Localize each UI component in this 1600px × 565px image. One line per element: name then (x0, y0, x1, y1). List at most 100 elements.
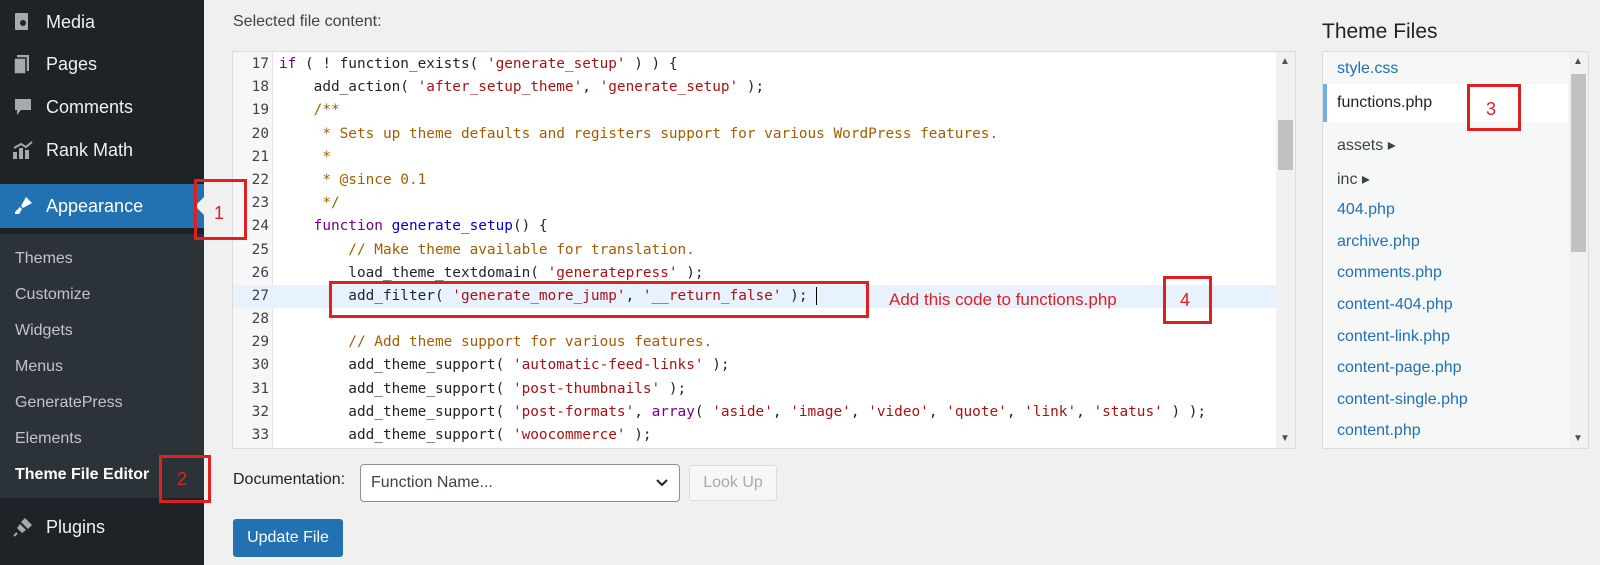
menu-label: Comments (46, 96, 134, 117)
code-line[interactable]: 32 add_theme_support( 'post-formats', ar… (233, 401, 1295, 424)
line-number: 21 (251, 148, 269, 165)
code-text: if ( ! function_exists( 'generate_setup'… (279, 56, 678, 72)
line-number: 17 (251, 56, 269, 72)
code-line[interactable]: 21 * (233, 146, 1295, 169)
theme-files-list: style.css functions.php assets ▸ inc ▸ 4… (1322, 51, 1589, 449)
line-number: 28 (251, 311, 269, 328)
code-text: add_action( 'after_setup_theme', 'genera… (279, 79, 765, 96)
code-lines: 17 if ( ! function_exists( 'generate_setu… (233, 53, 1295, 447)
menu-label: Rank Math (46, 139, 134, 160)
menu-media[interactable]: Media (0, 0, 204, 44)
code-line[interactable]: 33 add_theme_support( 'woocommerce' ); (233, 424, 1295, 447)
menu-label: Pages (46, 53, 98, 74)
comments-icon (10, 94, 36, 120)
code-text: * (279, 148, 331, 165)
scrollbar-thumb[interactable] (1278, 120, 1293, 170)
code-text: add_theme_support( 'automatic-feed-links… (279, 357, 730, 374)
menu-pages[interactable]: Pages (0, 42, 204, 86)
menu-comments[interactable]: Comments (0, 85, 204, 129)
file-functions-php[interactable]: functions.php (1323, 84, 1568, 122)
submenu-generatepress[interactable]: GeneratePress (15, 394, 123, 412)
update-file-button[interactable]: Update File (233, 519, 343, 557)
code-text: */ (279, 195, 340, 212)
code-text: function generate_setup() { (313, 218, 548, 235)
scroll-down-icon[interactable]: ▼ (1573, 433, 1583, 444)
file-content-404-php[interactable]: content-404.php (1337, 296, 1453, 314)
theme-files-scrollbar[interactable]: ▲ ▼ (1569, 52, 1588, 448)
annotation-number-4: 4 (1180, 290, 1191, 310)
menu-rank-math[interactable]: Rank Math (0, 128, 204, 172)
menu-appearance[interactable]: Appearance (0, 184, 204, 228)
folder-inc[interactable]: inc ▸ (1337, 169, 1370, 189)
documentation-label: Documentation: (233, 471, 346, 488)
annotation-note: Add this code to functions.php (889, 290, 1117, 309)
line-number: 19 (251, 102, 269, 119)
submenu-menus[interactable]: Menus (15, 358, 63, 376)
code-text: add_theme_support( 'post-thumbnails' ); (279, 380, 687, 397)
line-number: 32 (251, 403, 269, 420)
media-icon (10, 9, 36, 35)
code-text: add_theme_support( 'post-formats', array… (279, 403, 1207, 420)
code-line[interactable]: 18 add_action( 'after_setup_theme', 'gen… (233, 76, 1295, 99)
pages-icon (10, 51, 36, 77)
scrollbar-thumb[interactable] (1571, 74, 1586, 252)
scroll-up-icon[interactable]: ▲ (1280, 56, 1290, 67)
code-line[interactable]: 19 /** (233, 99, 1295, 122)
code-text: // Make theme available for translation. (279, 241, 695, 258)
file-style-css[interactable]: style.css (1337, 60, 1398, 78)
file-content-single-php[interactable]: content-single.php (1337, 391, 1468, 409)
line-number: 27 (251, 287, 269, 304)
rank-math-icon (10, 137, 36, 163)
select-value: Function Name... (371, 474, 493, 491)
annotation-box-code (329, 281, 869, 318)
line-number: 20 (251, 125, 269, 142)
line-number: 31 (251, 380, 269, 397)
menu-label: Media (46, 11, 96, 32)
code-line[interactable]: 25 // Make theme available for translati… (233, 239, 1295, 262)
scroll-up-icon[interactable]: ▲ (1573, 56, 1583, 67)
annotation-number-1: 1 (214, 203, 225, 223)
code-text: * Sets up theme defaults and registers s… (279, 125, 999, 142)
file-archive-php[interactable]: archive.php (1337, 233, 1420, 251)
selected-file-label: Selected file content: (233, 13, 382, 30)
line-number: 33 (251, 427, 269, 443)
submenu-widgets[interactable]: Widgets (15, 322, 73, 340)
code-line[interactable]: 31 add_theme_support( 'post-thumbnails' … (233, 378, 1295, 401)
paintbrush-icon (10, 193, 36, 219)
code-editor[interactable]: 17 if ( ! function_exists( 'generate_setu… (232, 51, 1296, 449)
theme-files-title: Theme Files (1322, 20, 1438, 43)
code-line[interactable]: 29 // Add theme support for various feat… (233, 331, 1295, 354)
line-number: 18 (251, 79, 269, 96)
look-up-button[interactable]: Look Up (689, 465, 777, 501)
function-name-select[interactable]: Function Name... (360, 464, 680, 502)
file-content-php[interactable]: content.php (1337, 422, 1421, 440)
code-text: /** (313, 102, 340, 119)
line-number: 25 (251, 241, 269, 258)
annotation-number-2: 2 (177, 469, 188, 489)
code-line[interactable]: 17 if ( ! function_exists( 'generate_setu… (233, 53, 1295, 76)
file-comments-php[interactable]: comments.php (1337, 264, 1442, 282)
file-content-link-php[interactable]: content-link.php (1337, 328, 1450, 346)
code-line[interactable]: 24 function generate_setup() { (233, 215, 1295, 238)
menu-label: Plugins (46, 516, 106, 537)
plugins-icon (10, 514, 36, 540)
folder-assets[interactable]: assets ▸ (1337, 135, 1396, 155)
file-content-page-php[interactable]: content-page.php (1337, 359, 1462, 377)
submenu-themes[interactable]: Themes (15, 250, 73, 268)
submenu-customize[interactable]: Customize (15, 286, 91, 304)
submenu-elements[interactable]: Elements (15, 430, 82, 448)
code-line[interactable]: 30 add_theme_support( 'automatic-feed-li… (233, 354, 1295, 377)
submenu-theme-file-editor[interactable]: Theme File Editor (15, 466, 149, 484)
editor-scrollbar[interactable]: ▲ ▼ (1276, 52, 1295, 448)
code-text: * @since 0.1 (279, 171, 427, 188)
line-number: 29 (251, 334, 269, 351)
scroll-down-icon[interactable]: ▼ (1280, 433, 1290, 444)
code-line[interactable]: 23 */ (233, 192, 1295, 215)
code-text: add_theme_support( 'woocommerce' ); (279, 427, 652, 443)
annotation-number-3: 3 (1486, 99, 1497, 119)
code-line[interactable]: 22 * @since 0.1 (233, 169, 1295, 192)
menu-plugins[interactable]: Plugins (0, 505, 204, 549)
file-404-php[interactable]: 404.php (1337, 201, 1395, 219)
chevron-down-icon (655, 465, 669, 514)
code-line[interactable]: 20 * Sets up theme defaults and register… (233, 123, 1295, 146)
